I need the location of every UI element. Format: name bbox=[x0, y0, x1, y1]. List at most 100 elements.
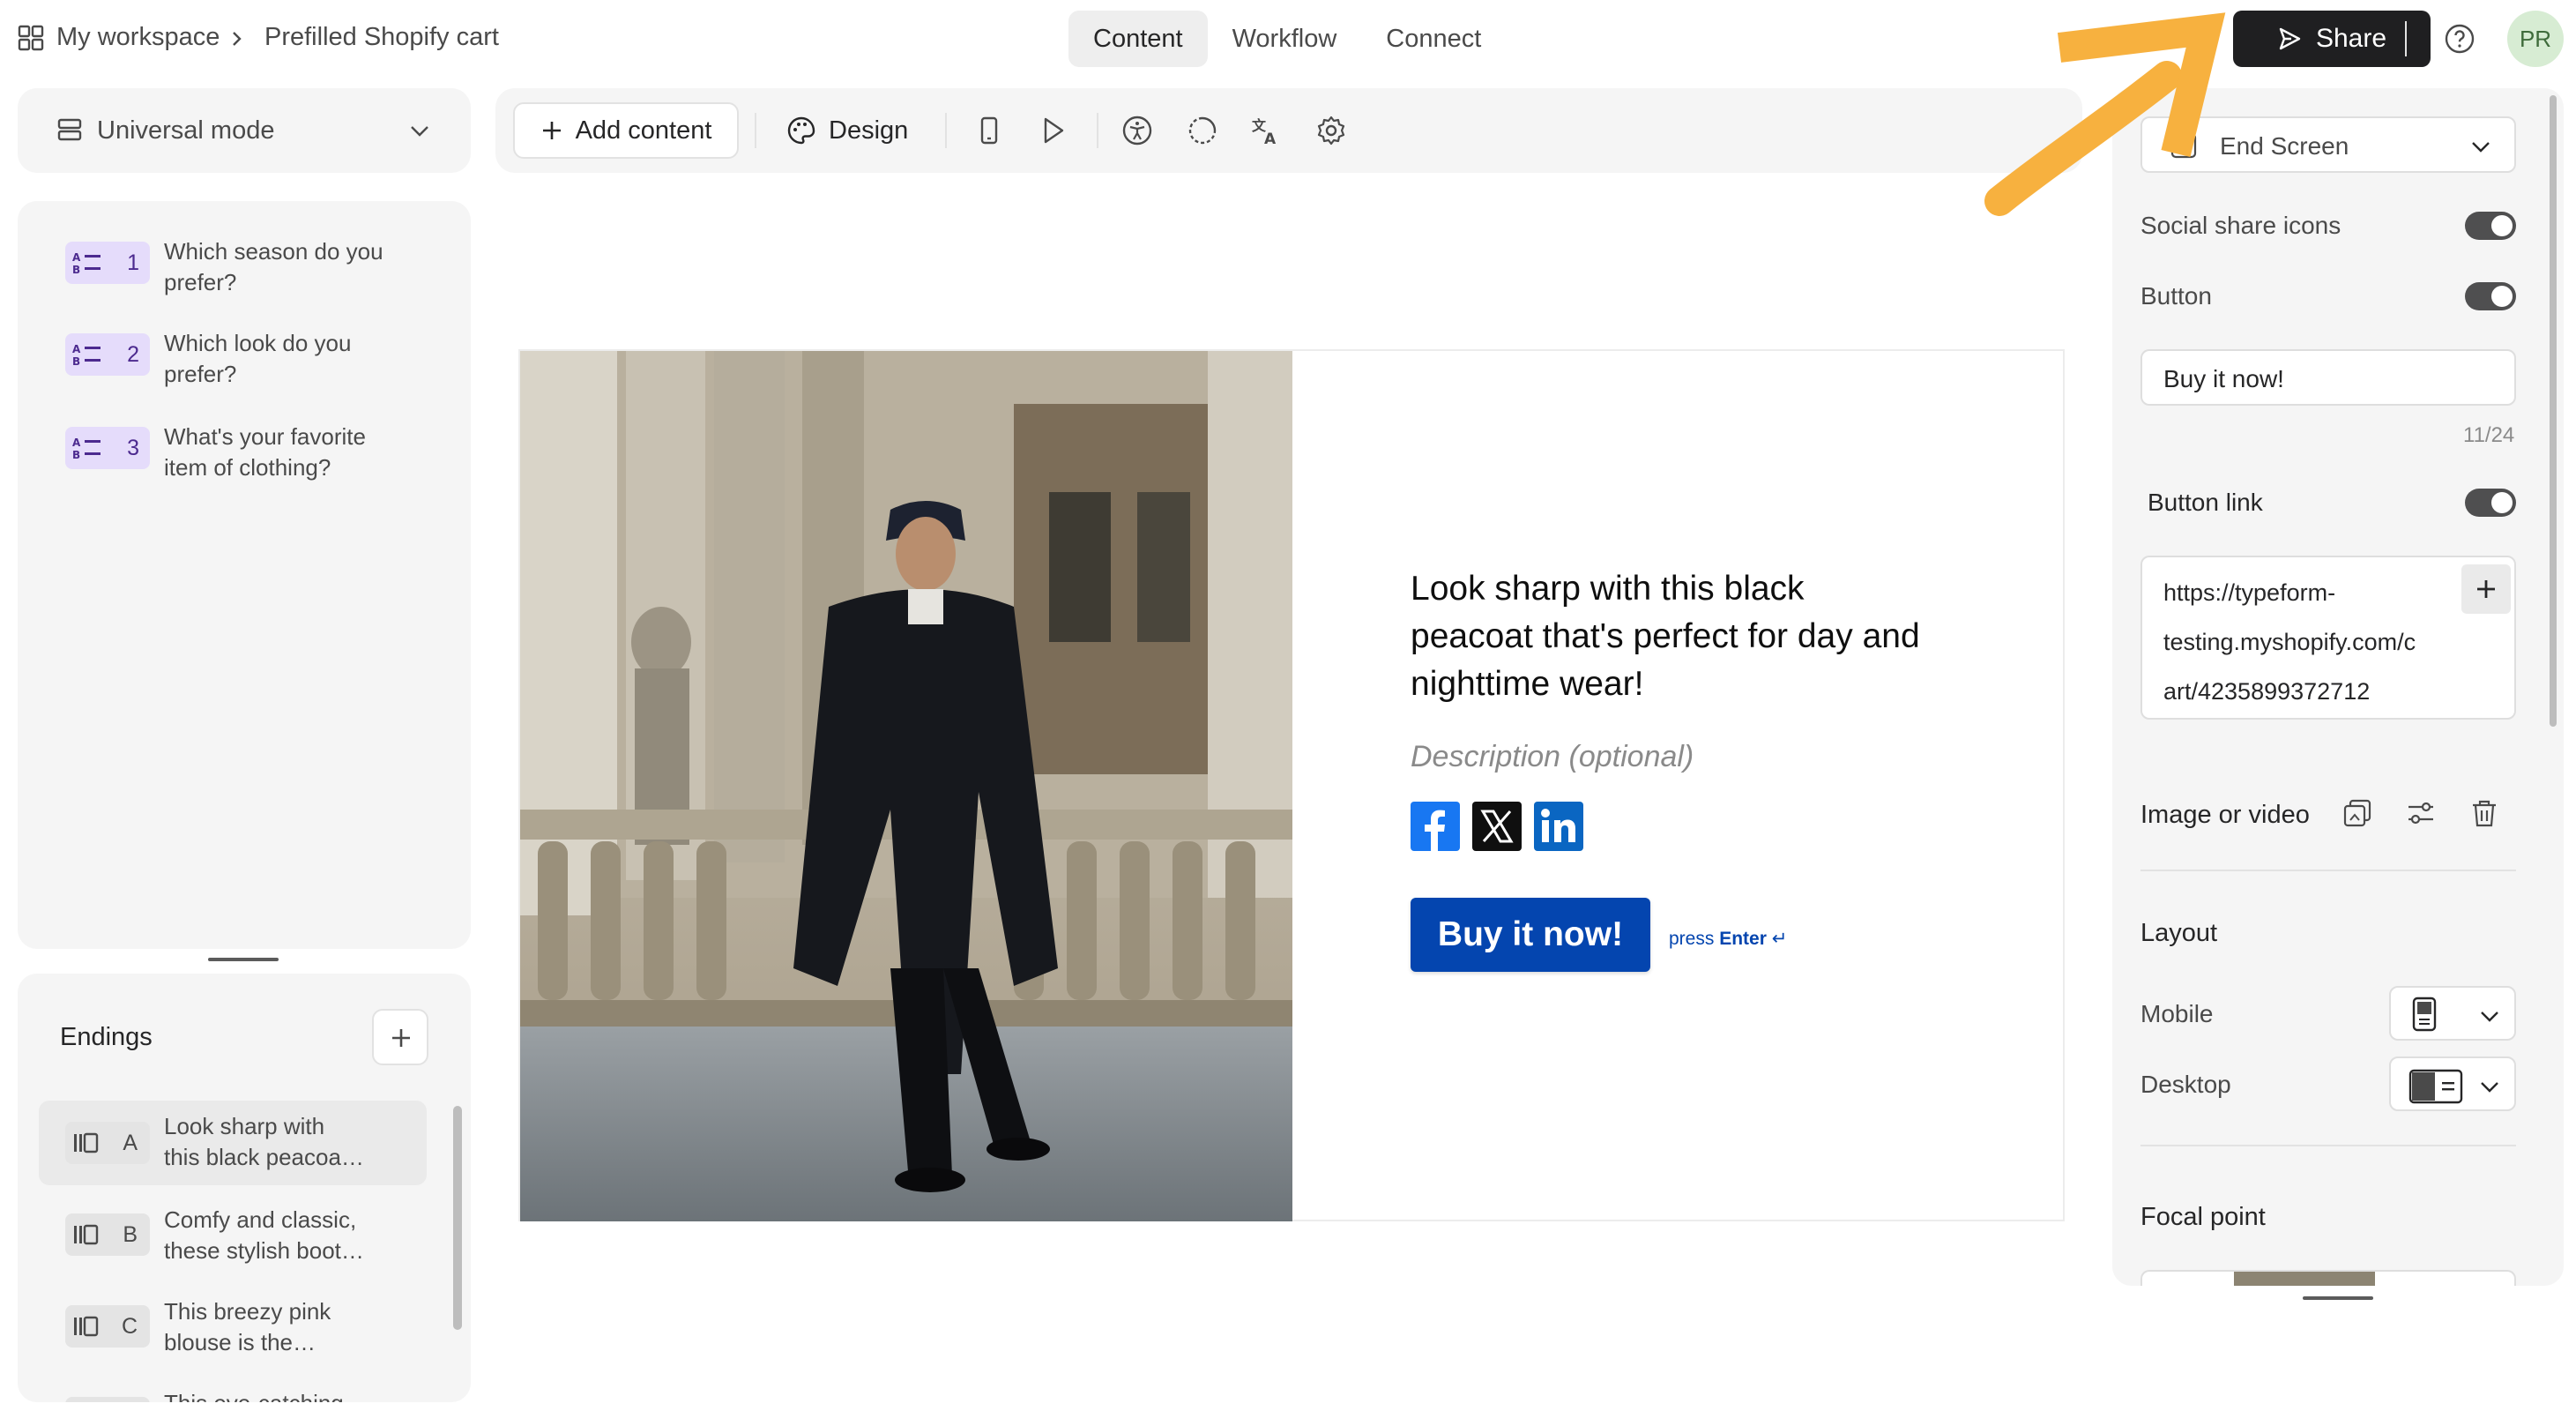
plus-icon bbox=[542, 122, 561, 139]
social-share-toggle[interactable] bbox=[2465, 212, 2516, 240]
mode-select[interactable]: Universal mode bbox=[18, 88, 471, 173]
chevron-down-icon bbox=[411, 126, 428, 137]
resize-handle[interactable] bbox=[208, 958, 279, 961]
divider bbox=[2140, 1145, 2516, 1146]
mobile-preview-icon[interactable] bbox=[973, 115, 1005, 146]
ending-photo[interactable] bbox=[520, 351, 1292, 1221]
question-text: Which season do you prefer? bbox=[164, 236, 420, 298]
desktop-layout-select[interactable] bbox=[2389, 1056, 2516, 1111]
mobile-layout-select[interactable] bbox=[2389, 986, 2516, 1041]
form-preview-card bbox=[518, 349, 2065, 1221]
ending-text-line: Look sharp with bbox=[164, 1113, 325, 1139]
buy-it-now-button[interactable]: Buy it now! bbox=[1411, 898, 1650, 972]
avatar[interactable]: PR bbox=[2507, 11, 2564, 67]
image-or-video-label: Image or video bbox=[2140, 801, 2310, 829]
ending-text: This breezy pink blouse is the… bbox=[164, 1296, 420, 1358]
ending-item-c[interactable]: C This breezy pink blouse is the… bbox=[39, 1284, 427, 1369]
desktop-layout-label: Desktop bbox=[2140, 1071, 2231, 1098]
button-text-value: Buy it now! bbox=[2163, 365, 2284, 392]
linkedin-icon[interactable] bbox=[1534, 802, 1583, 851]
endings-scrollbar[interactable] bbox=[453, 1106, 462, 1330]
question-text-line: prefer? bbox=[164, 361, 237, 387]
tab-content[interactable]: Content bbox=[1068, 11, 1208, 67]
settings-gear-icon[interactable] bbox=[1315, 115, 1347, 146]
ending-item-a[interactable]: A Look sharp with this black peacoa… bbox=[39, 1101, 427, 1185]
x-twitter-icon[interactable] bbox=[1472, 802, 1522, 851]
question-text-line: What's your favorite bbox=[164, 423, 366, 450]
apps-grid-icon[interactable] bbox=[18, 25, 44, 51]
divider bbox=[755, 113, 756, 148]
list-icon: A B bbox=[72, 343, 101, 367]
chevron-down-icon bbox=[2472, 142, 2490, 153]
svg-text:B: B bbox=[72, 355, 80, 367]
tab-connect[interactable]: Connect bbox=[1361, 11, 1506, 67]
insert-variable-button[interactable] bbox=[2461, 564, 2511, 614]
focal-point-title: Focal point bbox=[2140, 1203, 2266, 1231]
mobile-layout-label: Mobile bbox=[2140, 1000, 2214, 1027]
settings-scrollbar[interactable] bbox=[2550, 95, 2557, 727]
svg-text:A: A bbox=[72, 251, 81, 264]
press-enter-hint: press Enter ↵ bbox=[1669, 928, 1787, 950]
chevron-down-icon bbox=[2481, 1012, 2498, 1022]
endings-panel: Endings A Look sharp with this black pea… bbox=[18, 974, 471, 1402]
question-item-2[interactable]: A B 2 Which look do you prefer? bbox=[65, 330, 436, 400]
question-item-1[interactable]: A B 1 Which season do you prefer? bbox=[65, 238, 436, 309]
ending-item-b[interactable]: B Comfy and classic, these stylish boot… bbox=[39, 1192, 427, 1277]
ending-icon bbox=[74, 1224, 99, 1245]
ending-text: Comfy and classic, these stylish boot… bbox=[164, 1205, 420, 1266]
focal-point-thumbnail bbox=[2234, 1272, 2375, 1286]
ending-icon bbox=[74, 1132, 99, 1153]
play-icon[interactable] bbox=[1037, 115, 1068, 146]
palette-icon bbox=[787, 116, 815, 145]
help-icon[interactable] bbox=[2444, 23, 2475, 55]
tab-workflow[interactable]: Workflow bbox=[1208, 11, 1362, 67]
ending-badge: B bbox=[65, 1213, 150, 1256]
divider bbox=[1097, 113, 1098, 148]
question-text: Which look do you prefer? bbox=[164, 328, 420, 390]
breadcrumb-workspace[interactable]: My workspace bbox=[56, 23, 220, 52]
facebook-icon[interactable] bbox=[1411, 802, 1460, 851]
svg-text:B: B bbox=[72, 449, 80, 460]
desktop-layout-icon bbox=[2408, 1069, 2463, 1104]
question-text-line: Which season do you bbox=[164, 238, 383, 265]
share-button[interactable]: Share bbox=[2233, 11, 2431, 67]
focal-point-preview[interactable] bbox=[2140, 1270, 2516, 1286]
button-label: Button bbox=[2140, 282, 2212, 310]
loading-spinner-icon[interactable] bbox=[1187, 115, 1218, 146]
question-item-3[interactable]: A B 3 What's your favorite item of cloth… bbox=[65, 423, 436, 494]
svg-text:A: A bbox=[72, 343, 81, 355]
link-line: testing.myshopify.com/c bbox=[2163, 629, 2416, 655]
add-content-label: Add content bbox=[575, 116, 712, 145]
divider bbox=[2140, 870, 2516, 871]
trash-icon[interactable] bbox=[2468, 797, 2500, 829]
panel-resize-handle[interactable] bbox=[2303, 1296, 2373, 1300]
button-link-toggle[interactable] bbox=[2465, 489, 2516, 517]
replace-image-icon[interactable] bbox=[2341, 797, 2373, 829]
description-placeholder[interactable]: Description (optional) bbox=[1411, 740, 1694, 774]
design-button[interactable]: Design bbox=[786, 102, 908, 159]
button-text-input[interactable]: Buy it now! bbox=[2140, 349, 2516, 406]
add-content-button[interactable]: Add content bbox=[513, 102, 739, 159]
accessibility-icon[interactable] bbox=[1121, 115, 1153, 146]
ending-headline[interactable]: Look sharp with this black peacoat that'… bbox=[1411, 565, 1975, 708]
link-line: art/4235899372712 bbox=[2163, 678, 2371, 705]
main-tabs: Content Workflow Connect bbox=[1068, 11, 1506, 67]
ending-item-d[interactable]: D This eye-catching bbox=[39, 1376, 427, 1402]
question-number: 3 bbox=[127, 436, 139, 460]
headline-line: nighttime wear! bbox=[1411, 665, 1644, 703]
translate-icon[interactable]: 文 A bbox=[1250, 115, 1282, 146]
ending-letter: A bbox=[123, 1131, 138, 1155]
send-icon bbox=[2279, 27, 2301, 50]
button-toggle[interactable] bbox=[2465, 282, 2516, 310]
character-counter: 11/24 bbox=[2463, 423, 2515, 447]
breadcrumb-form-title[interactable]: Prefilled Shopify cart bbox=[264, 23, 499, 52]
add-ending-button[interactable] bbox=[372, 1009, 428, 1065]
ending-text-line: Comfy and classic, bbox=[164, 1206, 357, 1233]
enter-icon: ↵ bbox=[1771, 929, 1788, 949]
question-text-line: prefer? bbox=[164, 269, 237, 295]
svg-text:B: B bbox=[72, 264, 80, 275]
plus-icon bbox=[392, 1029, 410, 1047]
button-link-input[interactable]: https://typeform- testing.myshopify.com/… bbox=[2140, 556, 2516, 720]
adjust-sliders-icon[interactable] bbox=[2405, 797, 2437, 829]
ending-text-line: This breezy pink bbox=[164, 1298, 331, 1325]
